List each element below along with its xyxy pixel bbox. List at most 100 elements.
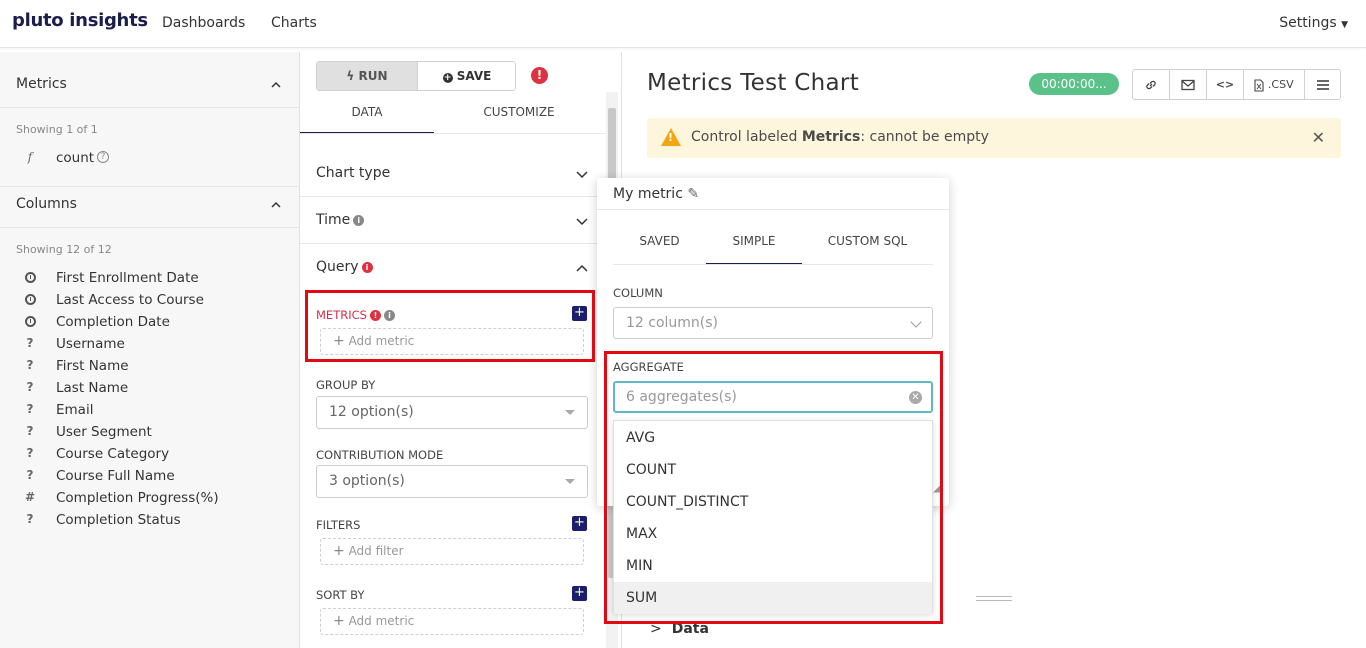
link-button[interactable] bbox=[1133, 70, 1170, 99]
csv-export-button[interactable]: .CSV bbox=[1244, 70, 1305, 99]
embed-button[interactable]: <> bbox=[1207, 70, 1244, 99]
add-sort-plus-button[interactable]: + bbox=[572, 586, 587, 601]
column-label: Username bbox=[56, 336, 125, 352]
sort-add-metric-label: Add metric bbox=[348, 614, 415, 628]
logo[interactable]: pluto insights bbox=[12, 10, 148, 31]
close-icon[interactable]: ✕ bbox=[1312, 128, 1325, 147]
column-item[interactable]: ? Completion Status bbox=[0, 509, 300, 531]
nav-charts[interactable]: Charts bbox=[271, 15, 317, 31]
string-type-icon: ? bbox=[26, 380, 34, 394]
column-item[interactable]: ? Course Category bbox=[0, 443, 300, 465]
chevron-up-icon[interactable] bbox=[271, 200, 281, 210]
contribution-mode-value: 3 option(s) bbox=[329, 473, 405, 489]
metric-title[interactable]: My metric ✎ bbox=[613, 186, 699, 202]
contribution-mode-label: CONTRIBUTION MODE bbox=[316, 448, 444, 462]
alert-suffix: : cannot be empty bbox=[860, 129, 989, 145]
warning-icon bbox=[661, 128, 681, 146]
add-filter-input[interactable]: + Add filter bbox=[320, 538, 584, 565]
divider bbox=[0, 107, 300, 108]
run-button[interactable]: ϟ RUN bbox=[317, 62, 417, 90]
chart-toolbar: <> .CSV bbox=[1132, 69, 1341, 100]
more-menu-button[interactable] bbox=[1305, 70, 1340, 99]
column-placeholder: 12 column(s) bbox=[626, 315, 719, 331]
column-label: Completion Status bbox=[56, 512, 181, 528]
column-item[interactable]: ? Last Name bbox=[0, 377, 300, 399]
settings-menu[interactable]: Settings ▼ bbox=[1279, 15, 1348, 31]
link-icon bbox=[1146, 80, 1156, 90]
group-by-select[interactable]: 12 option(s) bbox=[316, 396, 588, 429]
clock-icon-shape bbox=[24, 294, 36, 305]
caret-down-icon bbox=[565, 410, 575, 415]
string-type-icon: ? bbox=[26, 336, 34, 350]
chevron-up-icon[interactable] bbox=[576, 262, 588, 274]
add-filter-plus-button[interactable]: + bbox=[572, 516, 587, 531]
string-type-icon: ? bbox=[26, 358, 34, 372]
column-item[interactable]: ? Username bbox=[0, 333, 300, 355]
error-icon[interactable]: ! bbox=[531, 67, 548, 84]
tab-data[interactable]: DATA bbox=[300, 100, 434, 134]
column-label: Course Category bbox=[56, 446, 170, 462]
string-type-icon: ? bbox=[26, 468, 34, 482]
hamburger-icon bbox=[1316, 80, 1329, 90]
column-item[interactable]: ? First Name bbox=[0, 355, 300, 377]
chevron-down-icon[interactable] bbox=[576, 168, 588, 180]
column-item[interactable]: # Completion Progress(%) bbox=[0, 487, 300, 509]
column-label: First Enrollment Date bbox=[56, 270, 199, 286]
code-icon: <> bbox=[1215, 78, 1235, 91]
divider bbox=[613, 264, 933, 265]
column-item[interactable]: Completion Date bbox=[0, 311, 300, 333]
warning-alert: Control labeled Metrics: cannot be empty… bbox=[647, 118, 1341, 158]
sort-by-label: SORT BY bbox=[316, 588, 365, 602]
tab-saved[interactable]: SAVED bbox=[613, 226, 706, 265]
caret-down-icon: ▼ bbox=[1341, 20, 1348, 30]
filters-label: FILTERS bbox=[316, 518, 361, 532]
column-item[interactable]: Last Access to Course bbox=[0, 289, 300, 311]
metrics-showing-count: Showing 1 of 1 bbox=[16, 123, 98, 136]
tab-simple[interactable]: SIMPLE bbox=[706, 226, 802, 265]
column-item[interactable]: ? Course Full Name bbox=[0, 465, 300, 487]
column-item[interactable]: ? Email bbox=[0, 399, 300, 421]
caret-down-icon bbox=[565, 479, 575, 484]
help-icon: ? bbox=[97, 151, 109, 163]
resize-handle-icon[interactable] bbox=[976, 596, 1012, 601]
column-label: COLUMN bbox=[613, 286, 663, 300]
chart-type-section[interactable]: Chart type bbox=[316, 165, 390, 181]
nav-dashboards[interactable]: Dashboards bbox=[162, 15, 245, 31]
bolt-icon: ϟ bbox=[346, 69, 355, 83]
metrics-section-header[interactable]: Metrics bbox=[16, 76, 67, 92]
query-section[interactable]: Query i bbox=[316, 259, 373, 275]
column-label: Completion Progress(%) bbox=[56, 490, 219, 506]
divider bbox=[0, 227, 300, 228]
highlight-aggregate-dropdown bbox=[604, 351, 943, 624]
info-icon: i bbox=[353, 215, 365, 226]
column-item[interactable]: First Enrollment Date bbox=[0, 267, 300, 289]
numeric-type-icon: # bbox=[24, 490, 36, 504]
run-save-group: ϟ RUN + SAVE bbox=[316, 61, 516, 91]
columns-section-header[interactable]: Columns bbox=[16, 196, 77, 212]
column-label: Completion Date bbox=[56, 314, 170, 330]
save-button[interactable]: + SAVE bbox=[417, 62, 515, 90]
contribution-mode-select[interactable]: 3 option(s) bbox=[316, 465, 588, 498]
tab-custom-sql[interactable]: CUSTOM SQL bbox=[802, 226, 933, 265]
clock-icon bbox=[22, 270, 38, 286]
envelope-icon bbox=[1181, 79, 1195, 91]
column-select[interactable]: 12 column(s) bbox=[613, 307, 933, 339]
pencil-icon[interactable]: ✎ bbox=[687, 186, 699, 202]
column-item[interactable]: ? User Segment bbox=[0, 421, 300, 443]
metric-item[interactable]: f count ? bbox=[0, 147, 300, 169]
chart-title[interactable]: Metrics Test Chart bbox=[647, 70, 859, 96]
sort-by-input[interactable]: + Add metric bbox=[320, 608, 584, 635]
logo-text: pluto insights bbox=[12, 10, 148, 31]
chevron-down-icon[interactable] bbox=[576, 215, 588, 227]
column-label: First Name bbox=[56, 358, 129, 374]
chevron-down-icon bbox=[910, 316, 922, 328]
email-button[interactable] bbox=[1170, 70, 1207, 99]
function-icon: f bbox=[27, 150, 33, 164]
chevron-up-icon[interactable] bbox=[271, 80, 281, 90]
time-section[interactable]: Time i bbox=[316, 212, 365, 228]
string-type-icon: ? bbox=[26, 424, 34, 438]
alert-message: Control labeled Metrics: cannot be empty bbox=[691, 129, 989, 145]
divider bbox=[0, 186, 300, 187]
column-label: Last Name bbox=[56, 380, 129, 396]
tab-customize[interactable]: CUSTOMIZE bbox=[434, 100, 604, 134]
